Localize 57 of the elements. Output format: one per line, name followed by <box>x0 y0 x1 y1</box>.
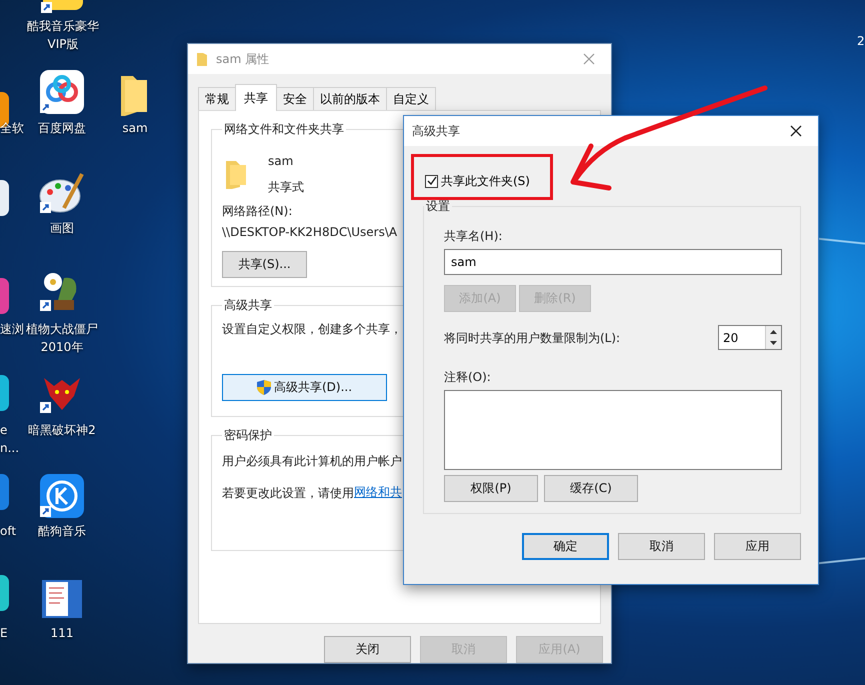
desktop-icon-label[interactable]: 暗黑破坏神2 <box>20 421 104 439</box>
check-icon <box>426 176 436 186</box>
group-heading: 设置 <box>425 198 451 215</box>
dialog-button[interactable]: 确定 <box>522 533 609 560</box>
app-icon[interactable] <box>0 575 9 611</box>
palette-icon[interactable] <box>38 170 86 216</box>
desktop-icon-label[interactable]: e <box>0 421 8 439</box>
window-title: sam 属性 <box>216 50 270 68</box>
dialog-button[interactable]: 应用 <box>714 533 801 560</box>
share-name-field[interactable]: sam <box>444 249 782 275</box>
share-folder-checkbox[interactable]: 共享此文件夹(S) <box>425 172 818 190</box>
close-icon[interactable] <box>790 125 802 137</box>
description-text: 用户必须具有此计算机的用户帐户 <box>222 453 402 470</box>
tab[interactable]: 常规 <box>198 87 236 110</box>
group-heading: 密码保护 <box>223 427 273 444</box>
desktop-icon-label[interactable]: sam <box>93 119 177 137</box>
desktop-icon-label[interactable]: 全软 <box>0 119 24 137</box>
dialog-button[interactable]: 取消 <box>618 533 705 560</box>
up-arrow-icon[interactable] <box>770 330 777 334</box>
advanced-sharing-button[interactable]: 高级共享(D)... <box>222 374 387 401</box>
desktop-icon-label[interactable]: 酷狗音乐 <box>20 522 104 540</box>
k-app-icon[interactable] <box>38 474 86 520</box>
desktop-icon-label[interactable]: 111 <box>20 624 104 642</box>
path-label: 网络路径(N): <box>222 203 292 220</box>
desktop-icon-label[interactable]: n... <box>0 439 20 457</box>
desktop-icon-label[interactable]: 速浏 <box>0 320 24 338</box>
folder-name: sam <box>268 153 294 170</box>
instruction-text: 若要更改此设置，请使用 <box>222 485 354 502</box>
user-limit-spinner[interactable]: 20 <box>718 325 782 350</box>
dialog-button[interactable]: 缓存(C) <box>544 475 638 502</box>
app-icon[interactable] <box>0 180 9 216</box>
desktop-icon-label[interactable]: 画图 <box>20 219 104 237</box>
field-label: 将同时共享的用户数量限制为(L): <box>444 330 620 346</box>
desktop-text: 2 <box>857 34 865 48</box>
app-icon[interactable] <box>0 375 9 411</box>
desktop-icon-label[interactable]: oft <box>0 522 16 540</box>
share-button[interactable]: 共享(S)... <box>222 251 307 278</box>
dialog-button[interactable]: 关闭 <box>324 636 411 663</box>
group-heading: 网络文件和文件夹共享 <box>223 121 345 138</box>
desktop-icon-label[interactable]: 酷我音乐豪华VIP版 <box>21 17 105 53</box>
down-arrow-icon[interactable] <box>770 341 777 346</box>
description-text: 设置自定义权限，创建多个共享， <box>222 321 402 338</box>
desktop-icon-label[interactable]: E <box>0 624 8 642</box>
dialog-button[interactable]: 权限(P) <box>444 475 538 502</box>
network-path: \\DESKTOP-KK2H8DC\Users\A <box>222 224 398 241</box>
shield-icon <box>256 380 271 395</box>
folder-icon <box>196 51 208 67</box>
comment-field[interactable] <box>444 390 782 470</box>
network-center-link[interactable]: 网络和共 <box>354 484 402 502</box>
cloud-app-icon[interactable] <box>38 70 86 116</box>
tab[interactable]: 自定义 <box>386 87 436 110</box>
field-label: 共享名(H): <box>444 228 502 245</box>
tab[interactable]: 共享 <box>235 84 277 111</box>
share-status: 共享式 <box>268 179 304 196</box>
dialog-title: 高级共享 <box>412 122 461 140</box>
field-label: 注释(O): <box>444 369 491 386</box>
group-heading: 高级共享 <box>223 297 273 314</box>
